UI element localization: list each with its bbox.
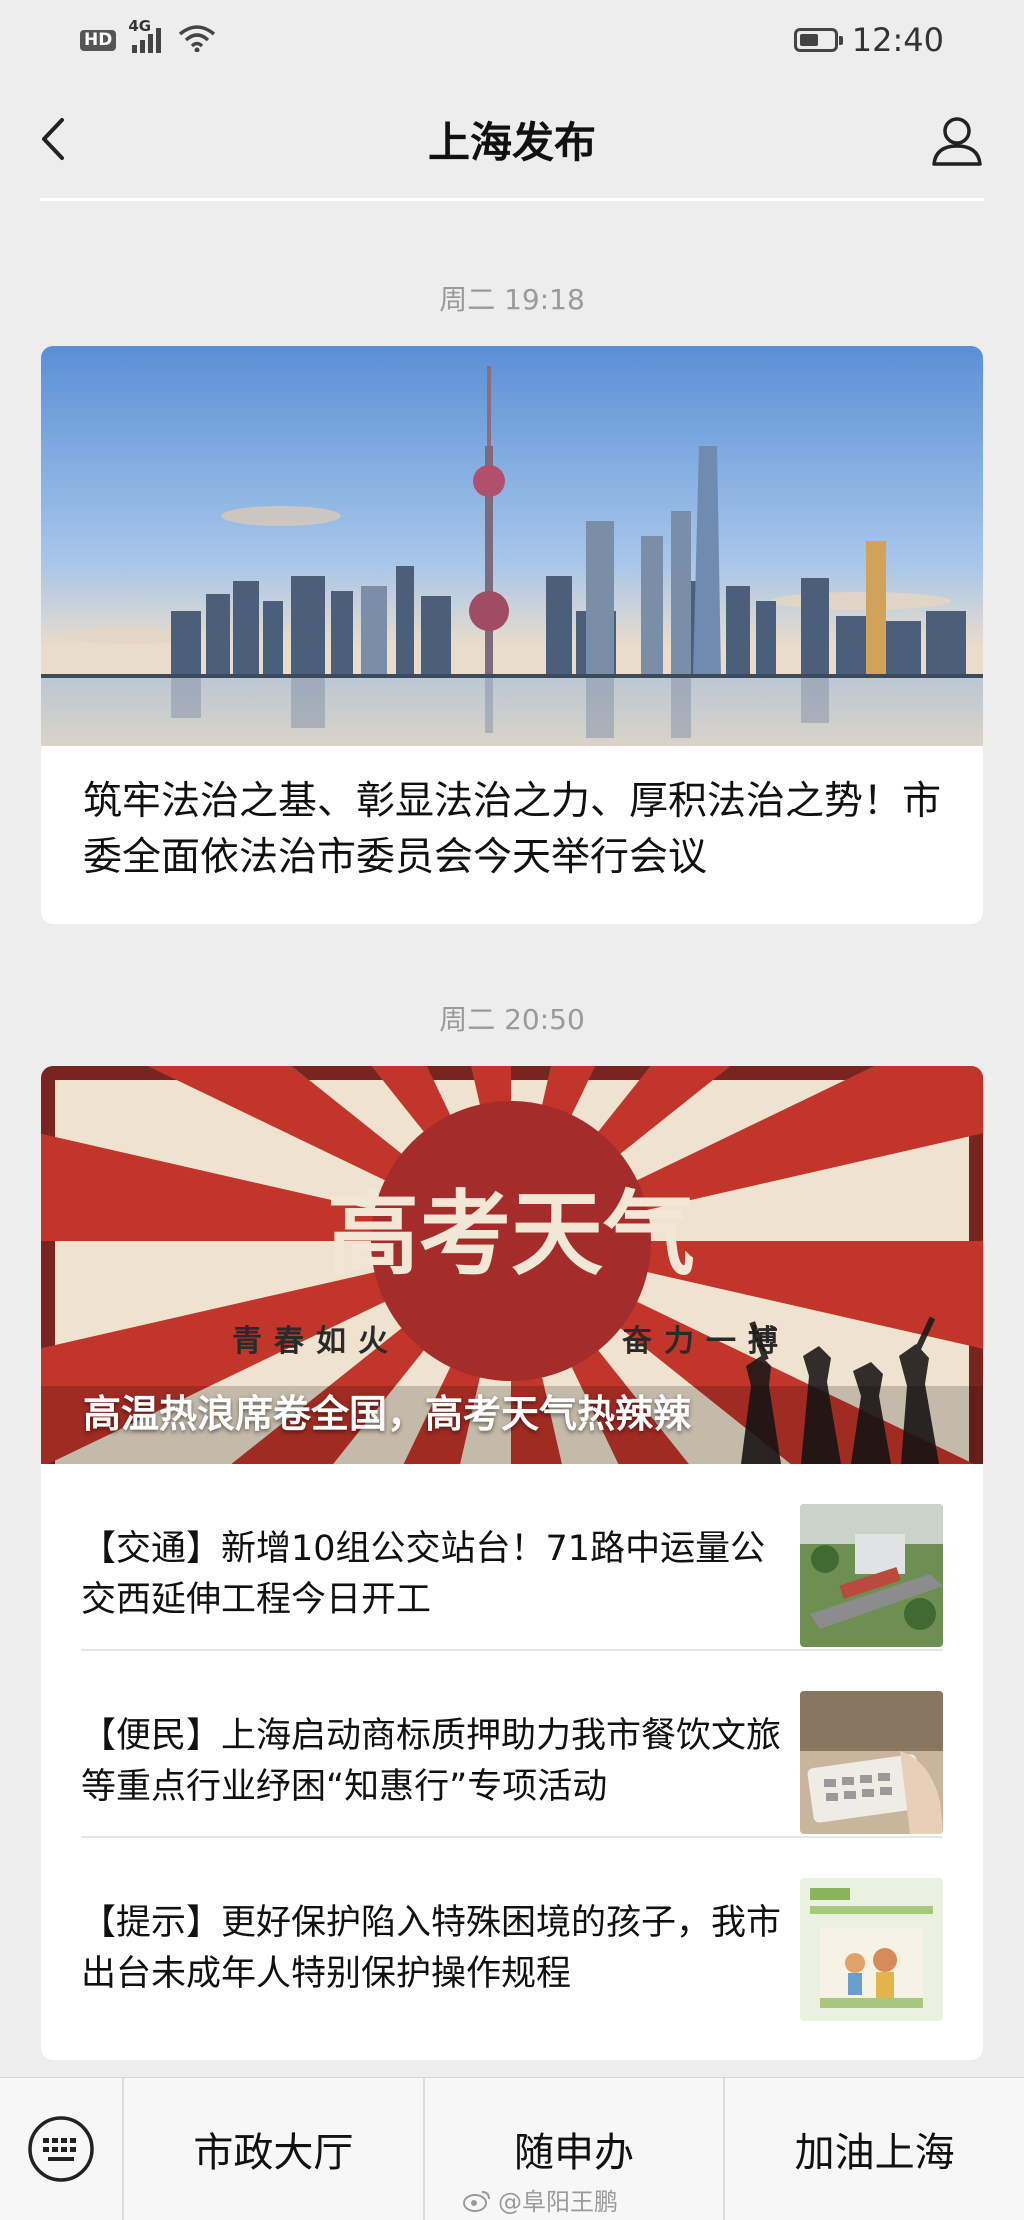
list-item[interactable]: 【提示】更好保护陷入特殊困境的孩子，我市出台未成年人特别保护操作规程 [81,1838,943,2023]
profile-button[interactable] [930,114,984,168]
gaokao-banner[interactable]: 高考天气 青春如火 奋力一搏 高温热浪席卷全国，高考天气热辣辣 [41,1066,983,1464]
watermark: @阜阳王鹏 [462,2182,618,2217]
wifi-icon [178,24,216,56]
article-card[interactable]: 筑牢法治之基、彰显法治之力、厚积法治之势！市委全面依法治市委员会今天举行会议 [41,346,983,924]
banner-headline: 高考天气 [327,1181,695,1288]
skyline-image [41,346,983,746]
weibo-icon [463,2190,490,2212]
status-left: HD 4G [80,17,216,56]
list-item[interactable]: 【便民】上海启动商标质押助力我市餐饮文旅等重点行业纾困“知惠行”专项活动 [81,1651,943,1838]
battery-icon [793,28,843,52]
message-time: 周二 20:50 [439,1003,585,1036]
user-profile-icon [932,117,982,166]
calculator-thumbnail [800,1691,943,1834]
signal-icon: 4G [128,17,164,53]
list-item-title: 【交通】新增10组公交站台！71路中运量公交西延伸工程今日开工 [81,1529,766,1620]
menu-item-jiayou-shanghai[interactable]: 加油上海 [723,2078,1024,2220]
list-item-title: 【提示】更好保护陷入特殊困境的孩子，我市出台未成年人特别保护操作规程 [81,1903,782,1994]
article-card-group: 高考天气 青春如火 奋力一搏 高温热浪席卷全国，高考天气热辣辣 【交通】新增10… [41,1066,983,2060]
back-button[interactable] [34,114,74,164]
battery-level [799,34,818,46]
bus-station-thumbnail [800,1504,943,1647]
clock: 12:40 [851,21,944,59]
page-title: 上海发布 [427,117,596,167]
child-protection-thumbnail [800,1878,943,2021]
status-bar: HD 4G 12:40 [0,0,1024,80]
chevron-left-icon [42,118,64,160]
hd-badge: HD [80,29,117,51]
network-type: 4G [128,17,152,35]
message-time: 周二 19:18 [439,283,585,316]
nav-bar: 上海发布 [0,80,1024,198]
menu-item-city-hall[interactable]: 市政大厅 [122,2078,423,2220]
banner-slogan-left: 青春如火 [232,1324,400,1359]
watermark-text: @阜阳王鹏 [498,2188,618,2216]
list-item-title: 【便民】上海启动商标质押助力我市餐饮文旅等重点行业纾困“知惠行”专项活动 [81,1716,782,1807]
list-item[interactable]: 【交通】新增10组公交站台！71路中运量公交西延伸工程今日开工 [81,1464,943,1651]
article-title: 筑牢法治之基、彰显法治之力、厚积法治之势！市委全面依法治市委员会今天举行会议 [83,779,942,880]
banner-caption: 高温热浪席卷全国，高考天气热辣辣 [83,1392,692,1436]
keyboard-button[interactable] [0,2078,122,2220]
header-divider [40,198,984,201]
status-right: 12:40 [793,21,944,59]
keyboard-icon [28,2116,94,2182]
